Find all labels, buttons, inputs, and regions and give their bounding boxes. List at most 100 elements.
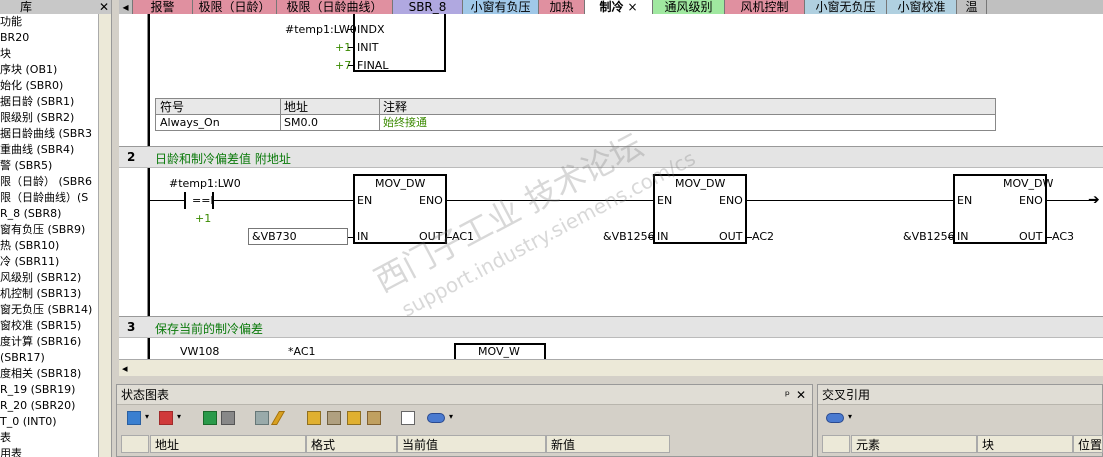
pin-icon[interactable]: ᵖ [785, 385, 790, 405]
column-header-format[interactable]: 格式 [306, 435, 397, 453]
dropdown-arrow-icon[interactable]: ▾ [145, 412, 149, 421]
tree-item[interactable]: 热 (SBR10) [0, 238, 59, 254]
column-header-block[interactable]: 块 [977, 435, 1073, 453]
tree-item[interactable]: 风级别 (SBR12) [0, 270, 81, 286]
arrow-right-icon: ➔ [1088, 192, 1100, 208]
tree-item[interactable]: R_8 (SBR8) [0, 206, 61, 222]
toggle-icon[interactable] [826, 413, 844, 423]
tree-item[interactable]: 度计算 (SBR16) [0, 334, 81, 350]
tree-item[interactable]: (SBR17) [0, 350, 45, 366]
toggle-icon[interactable] [427, 413, 445, 423]
tab[interactable]: 小窗校准 [887, 0, 957, 14]
chart-icon[interactable] [401, 411, 415, 425]
tree-item[interactable]: 警 (SBR5) [0, 158, 52, 174]
unlock-icon[interactable] [327, 411, 341, 425]
tree-item[interactable]: R_19 (SBR19) [0, 382, 75, 398]
contact-address: #temp1:LW0 [169, 177, 241, 190]
tree-item[interactable]: 块 [0, 46, 11, 62]
tree-item[interactable]: 用表 [0, 446, 22, 457]
tree-item[interactable]: 重曲线 (SBR4) [0, 142, 74, 158]
tree-item[interactable]: 机控制 (SBR13) [0, 286, 81, 302]
cross-reference-panel: 交叉引用 ▾ 元素 块 位置 [817, 384, 1103, 457]
dropdown-arrow-icon[interactable]: ▾ [449, 412, 453, 421]
tab[interactable]: 通风级别 [653, 0, 725, 14]
tree-item[interactable]: 序块 (OB1) [0, 62, 57, 78]
column-header-position[interactable]: 位置 [1073, 435, 1103, 453]
scroll-left-icon[interactable]: ◂ [122, 362, 128, 375]
tree-item[interactable]: 窗校准 (SBR15) [0, 318, 81, 334]
tab-label: 加热 [549, 0, 574, 14]
close-icon[interactable]: ✕ [796, 385, 806, 405]
close-icon[interactable]: × [627, 0, 637, 14]
delete-row-icon[interactable] [159, 411, 173, 425]
tab[interactable]: 极限（日龄曲线） [277, 0, 393, 14]
pin-init: INIT [357, 41, 379, 54]
tab[interactable]: 极限（日龄） [193, 0, 277, 14]
pin-in: IN [657, 230, 669, 243]
pin-eno: ENO [1019, 194, 1043, 207]
tab-label: 制冷 [599, 0, 624, 14]
tab[interactable]: 小窗无负压 [805, 0, 887, 14]
tab[interactable]: SBR_8 [393, 0, 463, 14]
pencil-icon[interactable] [270, 411, 286, 425]
tab-label: SBR_8 [408, 0, 447, 14]
wire [348, 65, 354, 66]
tab-label: 小窗有负压 [470, 0, 531, 14]
tab[interactable]: 风机控制 [725, 0, 805, 14]
run-icon[interactable] [203, 411, 217, 425]
panel-title-bar: 状态图表 ᵖ ✕ [117, 385, 812, 405]
tree-item[interactable]: 表 [0, 430, 11, 446]
pin-out: OUT [719, 230, 743, 243]
tab[interactable]: 加热 [539, 0, 585, 14]
pin-out: OUT [1019, 230, 1043, 243]
tree-item[interactable]: T_0 (INT0) [0, 414, 57, 430]
tab[interactable]: 报警 [133, 0, 193, 14]
column-header-current[interactable]: 当前值 [397, 435, 546, 453]
network-2-header[interactable]: 2 日龄和制冷偏差值 附地址 [119, 146, 1103, 168]
wire [348, 47, 354, 48]
tree-item[interactable]: 度相关 (SBR18) [0, 366, 81, 382]
glasses-icon[interactable] [255, 411, 269, 425]
lock-icon[interactable] [307, 411, 321, 425]
column-header-element[interactable]: 元素 [851, 435, 977, 453]
tree-item[interactable]: 窗无负压 (SBR14) [0, 302, 92, 318]
tree-item[interactable]: BR20 [0, 30, 29, 46]
tab[interactable]: 小窗有负压 [463, 0, 539, 14]
network-3-header[interactable]: 3 保存当前的制冷偏差 [119, 316, 1103, 338]
add-row-icon[interactable] [127, 411, 141, 425]
tree-item[interactable]: 冷 (SBR11) [0, 254, 59, 270]
close-icon[interactable]: ✕ [99, 0, 109, 14]
tree-item[interactable]: 限（日龄） (SBR6 [0, 174, 92, 190]
tab[interactable]: 制冷 × [585, 0, 653, 14]
xref-toolbar: ▾ [818, 407, 1102, 429]
tree-scrollbar[interactable] [98, 14, 111, 457]
column-header-address[interactable]: 地址 [150, 435, 306, 453]
tree-item[interactable]: 限级别 (SBR2) [0, 110, 74, 126]
column-header-new[interactable]: 新值 [546, 435, 670, 453]
row-header-corner [121, 435, 149, 453]
pin-eno: ENO [419, 194, 443, 207]
tree-item[interactable]: 功能 [0, 14, 22, 30]
tab[interactable]: 温 [957, 0, 987, 14]
unforce-icon[interactable] [367, 411, 381, 425]
contact-bar [184, 192, 186, 209]
operand-input[interactable]: &VB730 [248, 228, 348, 245]
dropdown-arrow-icon[interactable]: ▾ [848, 412, 852, 421]
pause-icon[interactable] [221, 411, 235, 425]
tree-item[interactable]: 限（日龄曲线）(S [0, 190, 88, 206]
horizontal-scrollbar[interactable]: ◂ [119, 359, 1103, 376]
row-header-corner [822, 435, 850, 453]
pin-in: IN [957, 230, 969, 243]
tree-item[interactable]: 据日龄曲线 (SBR3 [0, 126, 92, 142]
pin-en: EN [657, 194, 673, 207]
contact-operator[interactable]: ==I [192, 195, 214, 207]
tab-label: 极限（日龄曲线） [286, 0, 383, 14]
tree-item[interactable]: 窗有负压 (SBR9) [0, 222, 85, 238]
tree-item[interactable]: R_20 (SBR20) [0, 398, 75, 414]
tree-item[interactable]: 始化 (SBR0) [0, 78, 63, 94]
dropdown-arrow-icon[interactable]: ▾ [177, 412, 181, 421]
tree-item[interactable]: 据日龄 (SBR1) [0, 94, 74, 110]
symbol-table: 符号 地址 注释 Always_On SM0.0 始终接通 [155, 98, 996, 131]
force-icon[interactable] [347, 411, 361, 425]
tab-scroll-left[interactable]: ◂ [119, 0, 133, 14]
